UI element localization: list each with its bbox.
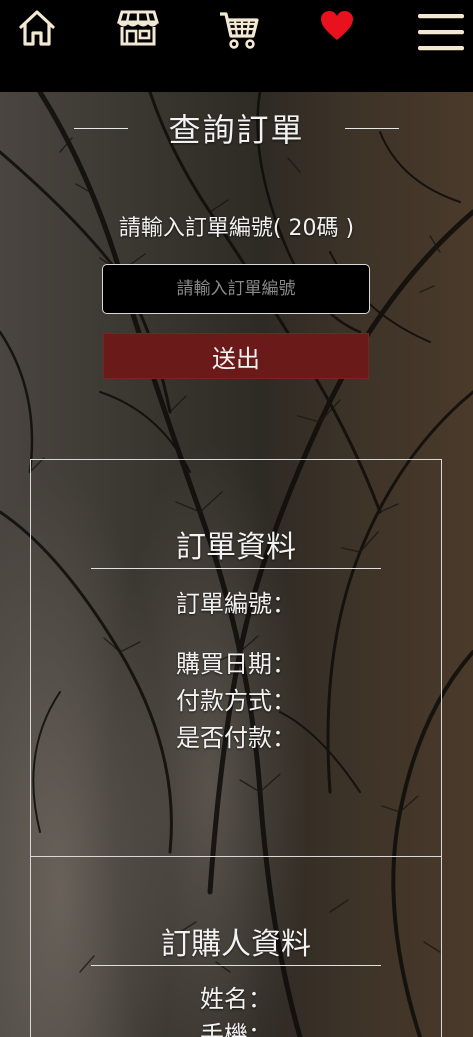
store-icon[interactable] <box>116 8 160 48</box>
payment-method-label: 付款方式： <box>176 687 296 715</box>
purchase-date-label: 購買日期： <box>176 650 296 678</box>
order-number-label: 訂單編號： <box>176 590 296 618</box>
order-number-input[interactable] <box>102 264 370 314</box>
title-divider-left <box>74 127 129 129</box>
submit-button[interactable]: 送出 <box>103 333 369 379</box>
buyer-info-title: 訂購人資料 <box>161 927 311 962</box>
heart-icon[interactable] <box>320 10 354 42</box>
order-info-section: 訂單資料 訂單編號： 購買日期： 付款方式： 是否付款： <box>30 459 442 856</box>
buyer-info-divider <box>91 965 381 966</box>
page-title: 查詢訂單 <box>168 111 305 149</box>
menu-icon[interactable] <box>418 12 464 52</box>
buyer-name-label: 姓名： <box>200 985 272 1013</box>
home-icon[interactable] <box>18 8 56 48</box>
top-navigation <box>0 0 473 92</box>
main-content: 查詢訂單 請輸入訂單編號( 20碼 ) 送出 訂單資料 訂單編號： 購買日期： … <box>0 92 473 1037</box>
payment-status-label: 是否付款： <box>176 724 296 752</box>
cart-icon[interactable] <box>218 8 260 50</box>
page-title-block: 查詢訂單 <box>0 108 473 149</box>
buyer-phone-label: 手機： <box>200 1021 272 1037</box>
order-number-instruction: 請輸入訂單編號( 20碼 ) <box>118 216 355 241</box>
title-divider-right <box>344 127 399 129</box>
order-info-divider <box>91 568 381 569</box>
buyer-info-section: 訂購人資料 姓名： 手機： <box>30 856 442 1037</box>
order-info-title: 訂單資料 <box>176 530 296 565</box>
